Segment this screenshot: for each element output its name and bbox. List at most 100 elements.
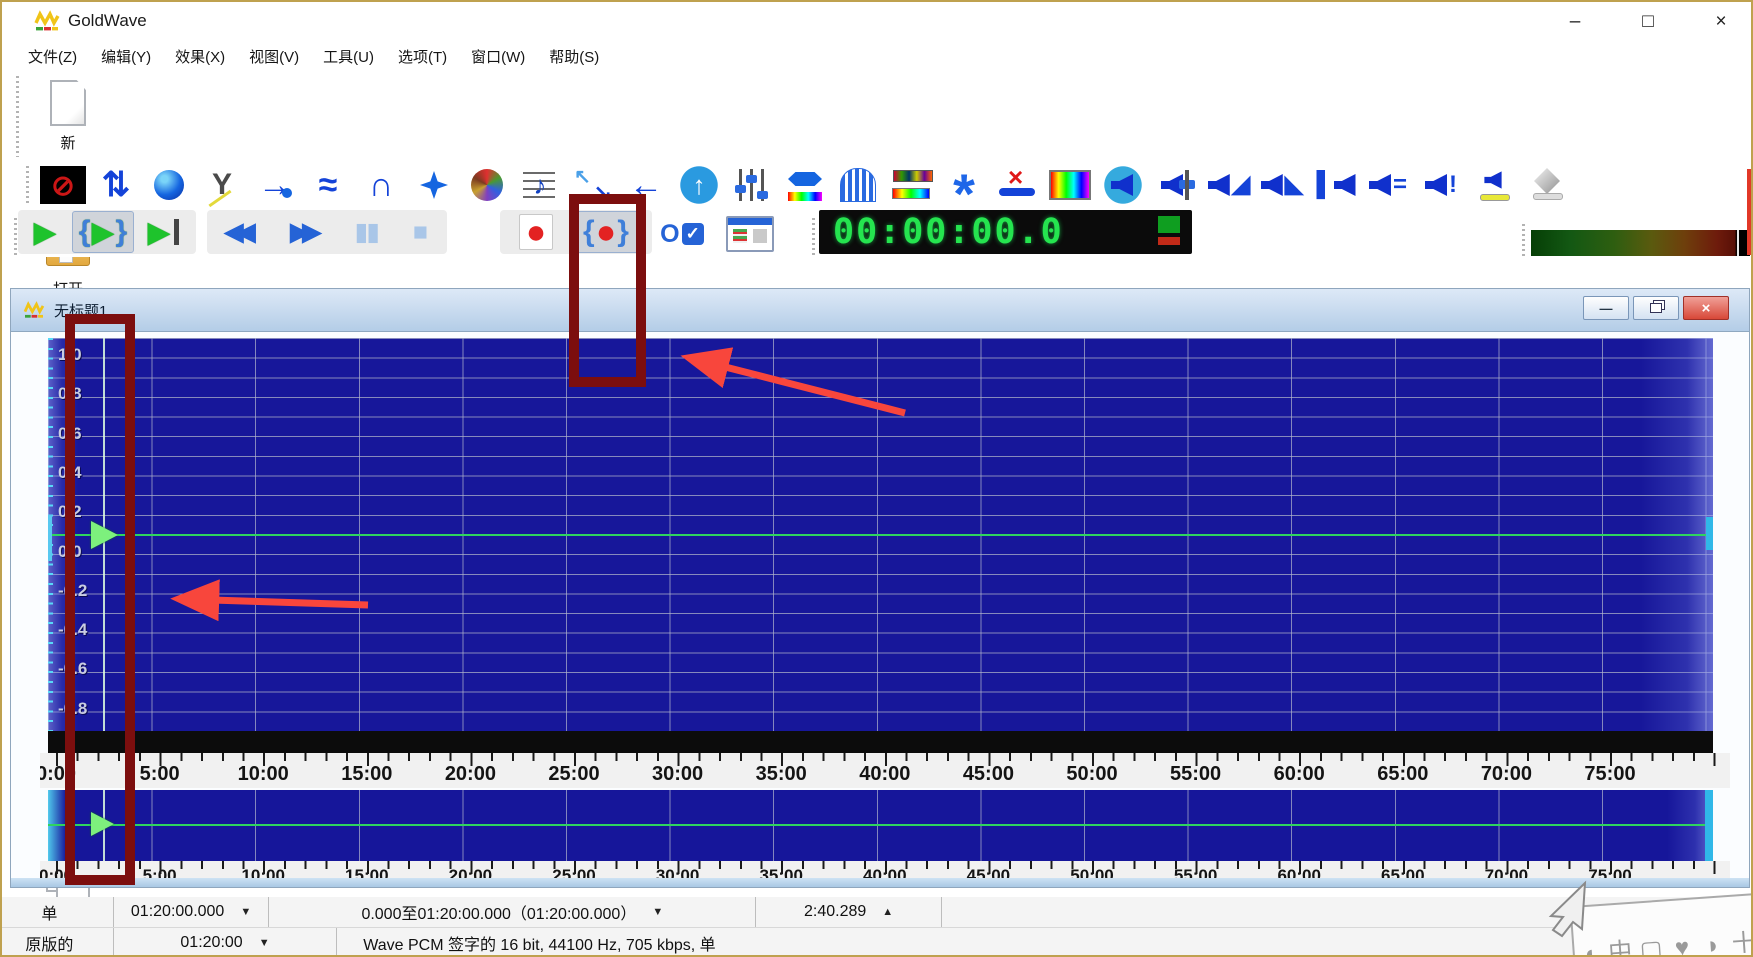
time-display: 00:00:00.0 [819,210,1192,254]
speaker-fade-in-icon[interactable]: ◢ [1206,164,1252,206]
waves-icon[interactable]: ≈ [305,164,351,206]
selection-right-marker[interactable] [1706,517,1713,550]
maximize-button[interactable]: □ [1624,2,1672,42]
toolbar-grip[interactable] [26,166,29,204]
green-indicator [1158,216,1180,233]
menu-item[interactable]: 帮助(S) [537,43,611,70]
overlay-icon: 十 [1731,929,1753,957]
status-text: 原版的 [25,937,74,954]
close-button[interactable]: × [1697,2,1745,42]
plugs-x-icon[interactable]: × [994,162,1040,206]
menu-item[interactable]: 视图(V) [237,43,311,70]
annotation-box-record [569,194,646,387]
status-cell[interactable]: 2:40.289 ▲ [756,897,942,927]
time-axis-label: 45:00 [962,763,1014,785]
status-text: 单 [41,906,58,923]
overview-strip[interactable] [48,790,1713,861]
sphere-icon[interactable] [146,164,192,206]
pinwheel-icon[interactable] [464,164,510,206]
menu-bar: 文件(Z) 编辑(Y) 效果(X) 视图(V) 工具(U) 选项(T) 窗口(W… [2,42,1751,71]
arrow-ball-icon[interactable]: → [252,164,298,206]
doc-minimize-button[interactable]: — [1583,296,1629,320]
toolbar-icon [50,72,86,134]
status-bar: 单 01:20:00.000 ▼ 0.000至01:20:00.000（01:2… [2,897,1751,955]
speaker-link-icon[interactable] [1471,164,1517,206]
up-down-arrows-icon[interactable]: ⇅ [93,164,139,206]
play-button[interactable]: ▶ [18,212,72,252]
seek-group: ◀◀ ▶▶ ▮▮ ■ [207,210,447,254]
status-text: 01:20:00 [180,934,243,951]
no-entry-icon[interactable]: ⊘ [40,166,86,204]
diamond-link-icon[interactable] [1524,164,1570,206]
time-axis-label: 35:00 [755,763,807,785]
menu-item[interactable]: 选项(T) [386,43,459,70]
time-axis-label: 50:00 [1066,763,1118,785]
rainbow-screen-icon[interactable] [1047,164,1093,206]
control-window-button[interactable] [718,214,782,254]
play-to-end-button[interactable]: ▶ [134,212,192,252]
selection-left-marker[interactable] [48,515,52,561]
speaker-exclamation-icon[interactable]: ! [1418,164,1464,206]
new-button[interactable]: 新 [23,72,113,156]
spectrum-box-icon[interactable] [888,164,934,206]
menu-item[interactable]: 文件(Z) [16,43,89,70]
minimize-button[interactable]: – [1551,2,1599,42]
toolbar-grip[interactable] [812,218,815,256]
document-icon [23,301,45,318]
status-dropdown-arrow[interactable]: ▼ [259,937,270,949]
play-selection-button[interactable]: ▶ [72,211,134,253]
star-icon[interactable] [411,164,457,206]
menu-item[interactable]: 编辑(Y) [89,43,163,70]
status-cell[interactable]: 单 [2,897,114,927]
speaker-circle-icon[interactable] [1100,164,1146,206]
monitor-check-button[interactable]: O ✓ [654,214,710,254]
status-dropdown-arrow[interactable]: ▼ [240,906,251,918]
music-score-icon[interactable]: ♪ [517,164,563,206]
status-cell[interactable]: Wave PCM 签字的 16 bit, 44100 Hz, 705 kbps,… [337,928,1751,955]
waveform-view[interactable]: 1.0 0.8 0.6 0.4 0.2 0.0 -0.2 -0.4 -0.6 -0.8 [48,338,1713,731]
main-toolbar: 新 ▾ 打开 ▾ 保存 [2,72,1751,955]
rewind-button[interactable]: ◀◀ [207,212,273,252]
speaker-bracket-icon[interactable]: ▌ [1312,164,1358,206]
status-cell[interactable]: 01:20:00.000 ▼ [114,897,270,927]
status-cell[interactable]: 01:20:00 ▼ [114,928,338,955]
fast-forward-button[interactable]: ▶▶ [273,212,339,252]
status-dropdown-arrow[interactable]: ▲ [882,906,893,918]
document-titlebar[interactable]: 无标题1 — × [11,289,1749,332]
speaker-equal-icon[interactable]: = [1365,164,1411,206]
speaker-slider-icon[interactable] [1153,164,1199,206]
record-button[interactable]: ● [500,212,572,252]
monitor-window-icon [726,216,774,252]
annotation-box-axis [65,314,135,885]
status-cell[interactable]: 原版的 [2,928,114,955]
titlebar: GoldWave – □ × [2,2,1751,42]
y-handle-icon[interactable]: Y [199,164,245,206]
pause-button[interactable]: ▮▮ [339,212,394,252]
menu-item[interactable]: 窗口(W) [459,43,537,70]
menu-item[interactable]: 工具(U) [311,43,386,70]
hexagon-rainbow-icon[interactable] [782,164,828,206]
restore-icon [1650,303,1662,313]
overlay-icon: ♥ [1674,933,1691,957]
spark-icon[interactable]: * [941,164,987,222]
time-axis-label: 15:00 [341,763,393,785]
toolbar-grip[interactable] [16,76,19,157]
doc-restore-button[interactable] [1633,296,1679,320]
status-dropdown-arrow[interactable]: ▼ [652,906,663,918]
toolbar-grip[interactable] [14,218,17,256]
stop-button[interactable]: ■ [394,212,447,252]
time-axis-label: 70:00 [1480,763,1532,785]
pipes-icon[interactable] [835,164,881,206]
speaker-fade-out-icon[interactable]: ◣ [1259,164,1305,206]
time-axis-label: 20:00 [444,763,496,785]
time-axis-label: 10:00 [237,763,289,785]
u-turn-arrow-icon[interactable]: ∩ [358,164,404,206]
toolbar-grip[interactable] [1522,224,1525,258]
status-cell[interactable]: 0.000至01:20:00.000（01:20:00.000） ▼ [269,897,757,927]
sliders-icon[interactable] [729,164,775,206]
circle-arrow-icon[interactable]: ↑ [676,164,722,206]
doc-close-button[interactable]: × [1683,296,1729,320]
status-text: 01:20:00.000 [130,903,225,920]
menu-item[interactable]: 效果(X) [163,43,237,70]
overlay-icon: ◖ [1581,940,1598,957]
